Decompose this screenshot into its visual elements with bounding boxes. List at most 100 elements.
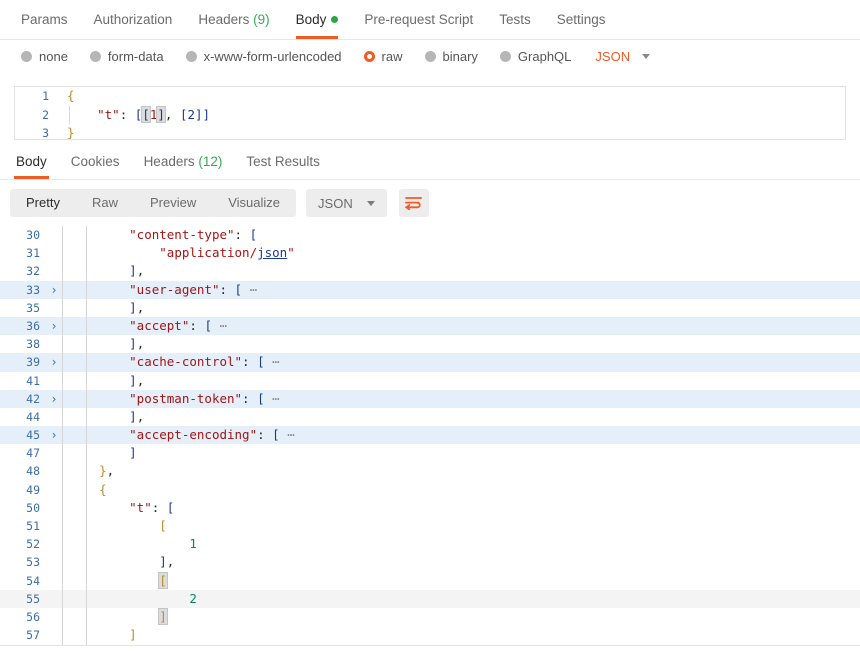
response-tab-test-results[interactable]: Test Results	[234, 146, 332, 179]
fold-chevron-icon[interactable]: ›	[46, 317, 62, 335]
body-mode-label: form-data	[107, 49, 164, 64]
response-view-raw[interactable]: Raw	[76, 189, 134, 217]
response-body-viewer[interactable]: 30 "content-type": [31 "application/json…	[0, 226, 860, 645]
code-token: 2	[189, 590, 197, 606]
code-token: "cache-control"	[129, 354, 243, 370]
request-code-line[interactable]: 1{	[15, 87, 845, 106]
response-code-line[interactable]: 54 [	[0, 571, 860, 590]
fold-chevron-icon[interactable]: ›	[46, 426, 62, 444]
request-tab-headers[interactable]: Headers (9)	[185, 0, 282, 39]
body-mode-binary[interactable]: binary	[424, 49, 478, 64]
request-tab-params[interactable]: Params	[8, 0, 81, 39]
line-number: 56	[26, 609, 40, 624]
response-footer-divider	[0, 645, 860, 651]
code-token: {	[99, 481, 107, 497]
word-wrap-button[interactable]	[398, 189, 429, 217]
code-line-content: ],	[62, 408, 860, 426]
tab-label: Test Results	[246, 154, 320, 169]
code-token: "accept"	[129, 317, 190, 333]
code-token: :	[151, 499, 167, 515]
radio-icon[interactable]	[21, 51, 32, 62]
response-tab-headers[interactable]: Headers (12)	[132, 146, 235, 179]
body-mode-graphql[interactable]: GraphQL	[499, 49, 571, 64]
request-format-select[interactable]: JSON	[595, 49, 651, 64]
code-line-content: ],	[62, 372, 860, 390]
body-mode-raw[interactable]: raw	[363, 49, 403, 64]
code-token: ⋯	[242, 281, 258, 297]
request-tab-settings[interactable]: Settings	[544, 0, 619, 39]
code-token: ,	[106, 463, 115, 479]
response-code-line[interactable]: 31 "application/json"	[0, 244, 860, 262]
response-code-line[interactable]: 44 ],	[0, 408, 860, 426]
code-token: ]	[129, 372, 137, 388]
response-format-select[interactable]: JSON	[306, 189, 387, 217]
response-view-mode-group: Pretty Raw Preview Visualize	[10, 189, 297, 217]
response-code-line[interactable]: 55 2	[0, 589, 860, 608]
fold-chevron-icon[interactable]: ›	[46, 281, 62, 299]
code-token: ,	[164, 106, 180, 122]
body-mode-none[interactable]: none	[21, 49, 68, 64]
response-tab-body[interactable]: Body	[4, 146, 59, 179]
line-number: 45	[26, 428, 40, 443]
response-code-line[interactable]: 49 {	[0, 481, 860, 499]
code-token: :	[219, 281, 235, 297]
request-tab-tests[interactable]: Tests	[486, 0, 544, 39]
response-code-line[interactable]: 53 ],	[0, 553, 860, 571]
request-tab-body[interactable]: Body	[283, 0, 352, 39]
response-view-visualize[interactable]: Visualize	[212, 189, 296, 217]
request-code-line[interactable]: 2 "t": [[1], [2]]	[15, 105, 845, 124]
response-code-line[interactable]: 32 ],	[0, 262, 860, 280]
response-code-line[interactable]: 50 "t": [	[0, 499, 860, 517]
code-line-content: ],	[62, 299, 860, 317]
radio-icon[interactable]	[499, 51, 511, 62]
request-body-editor[interactable]: 1{2 "t": [[1], [2]] 3}	[14, 86, 846, 140]
response-view-preview[interactable]: Preview	[134, 189, 212, 217]
request-code-line[interactable]: 3}	[15, 124, 845, 139]
response-code-line[interactable]: 45 › "accept-encoding": [ ⋯	[0, 426, 860, 445]
code-token: ⋯	[264, 354, 280, 370]
response-code-line[interactable]: 56 ]	[0, 607, 860, 626]
line-number: 49	[26, 482, 40, 497]
code-token: "t"	[129, 499, 152, 515]
request-tab-pre-request-script[interactable]: Pre-request Script	[351, 0, 486, 39]
response-tab-cookies[interactable]: Cookies	[59, 146, 132, 179]
code-token: [	[257, 390, 265, 406]
response-code-line[interactable]: 38 ],	[0, 335, 860, 353]
response-code-line[interactable]: 33 › "user-agent": [ ⋯	[0, 280, 860, 299]
response-code-line[interactable]: 41 ],	[0, 372, 860, 390]
request-tab-authorization[interactable]: Authorization	[81, 0, 186, 39]
fold-chevron-icon[interactable]: ›	[46, 390, 62, 408]
chevron-down-icon	[642, 54, 651, 59]
response-code-line[interactable]: 52 1	[0, 535, 860, 553]
radio-icon[interactable]	[424, 51, 436, 62]
response-code-line[interactable]: 30 "content-type": [	[0, 226, 860, 244]
response-code-line[interactable]: 39 › "cache-control": [ ⋯	[0, 353, 860, 372]
code-token: }	[99, 463, 107, 479]
response-code-line[interactable]: 35 ],	[0, 299, 860, 317]
code-token: "user-agent"	[129, 281, 220, 297]
response-code-line[interactable]: 57 ]	[0, 626, 860, 644]
radio-icon[interactable]	[363, 51, 375, 62]
response-code-line[interactable]: 36 › "accept": [ ⋯	[0, 316, 860, 336]
code-token: [	[158, 571, 168, 589]
response-view-pretty[interactable]: Pretty	[10, 189, 76, 217]
radio-icon[interactable]	[89, 51, 101, 62]
body-mode-form-data[interactable]: form-data	[89, 49, 164, 64]
radio-icon[interactable]	[185, 51, 197, 62]
response-code-line[interactable]: 48 },	[0, 462, 860, 480]
code-line-content: "content-type": [	[62, 226, 860, 244]
response-code-line[interactable]: 51 [	[0, 517, 860, 535]
line-number: 33	[26, 282, 40, 297]
code-token: "application/	[159, 245, 258, 261]
code-line-content: "cache-control": [ ⋯	[62, 353, 860, 371]
response-code-line[interactable]: 47 ]	[0, 444, 860, 462]
code-token: ]	[158, 607, 168, 625]
fold-chevron-icon[interactable]: ›	[46, 353, 62, 371]
response-code-line[interactable]: 42 › "postman-token": [ ⋯	[0, 389, 860, 408]
body-mode-x-www-form-urlencoded[interactable]: x-www-form-urlencoded	[185, 49, 342, 64]
